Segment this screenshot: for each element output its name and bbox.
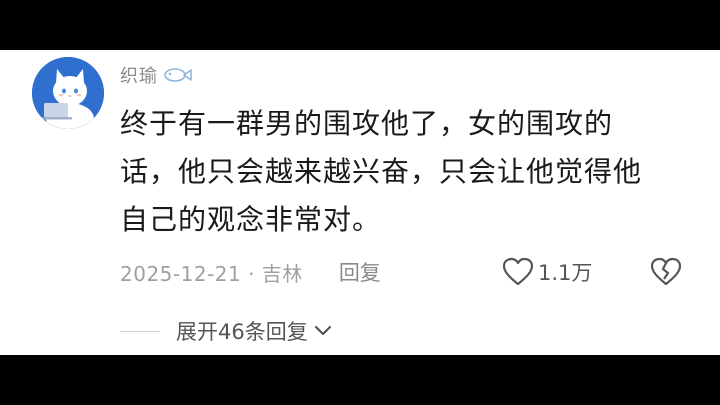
divider-line <box>120 330 160 332</box>
expand-replies[interactable]: 展开46条回复 <box>120 315 332 347</box>
comment-card: 织瑜 终于有一群男的围攻他了，女的围攻的 话，他只会越来越兴奋，只会让他觉得他 … <box>0 50 720 355</box>
comment-text-line: 终于有一群男的围攻他了，女的围攻的 <box>120 107 614 140</box>
fish-icon <box>162 66 192 84</box>
expand-replies-label: 展开46条回复 <box>176 320 308 344</box>
username[interactable]: 织瑜 <box>120 62 158 88</box>
dislike-button[interactable] <box>650 257 682 287</box>
heart-icon <box>502 257 534 286</box>
cat-avatar-icon <box>32 57 104 129</box>
username-row: 织瑜 <box>120 62 192 88</box>
broken-heart-icon <box>650 257 682 286</box>
comment-text-line: 自己的观念非常对。 <box>120 203 382 236</box>
comment-text-line: 话，他只会越来越兴奋，只会让他觉得他 <box>120 155 643 188</box>
like-button[interactable]: 1.1万 <box>502 255 592 289</box>
reply-button[interactable]: 回复 <box>339 257 381 287</box>
date-location: 2025-12-21 · 吉林 <box>120 261 303 286</box>
like-count: 1.1万 <box>538 261 593 285</box>
comment-text: 终于有一群男的围攻他了，女的围攻的 话，他只会越来越兴奋，只会让他觉得他 自己的… <box>120 100 680 244</box>
avatar[interactable] <box>32 57 104 129</box>
comment-meta: 2025-12-21 · 吉林 回复 <box>120 255 381 289</box>
chevron-down-icon <box>314 325 331 336</box>
